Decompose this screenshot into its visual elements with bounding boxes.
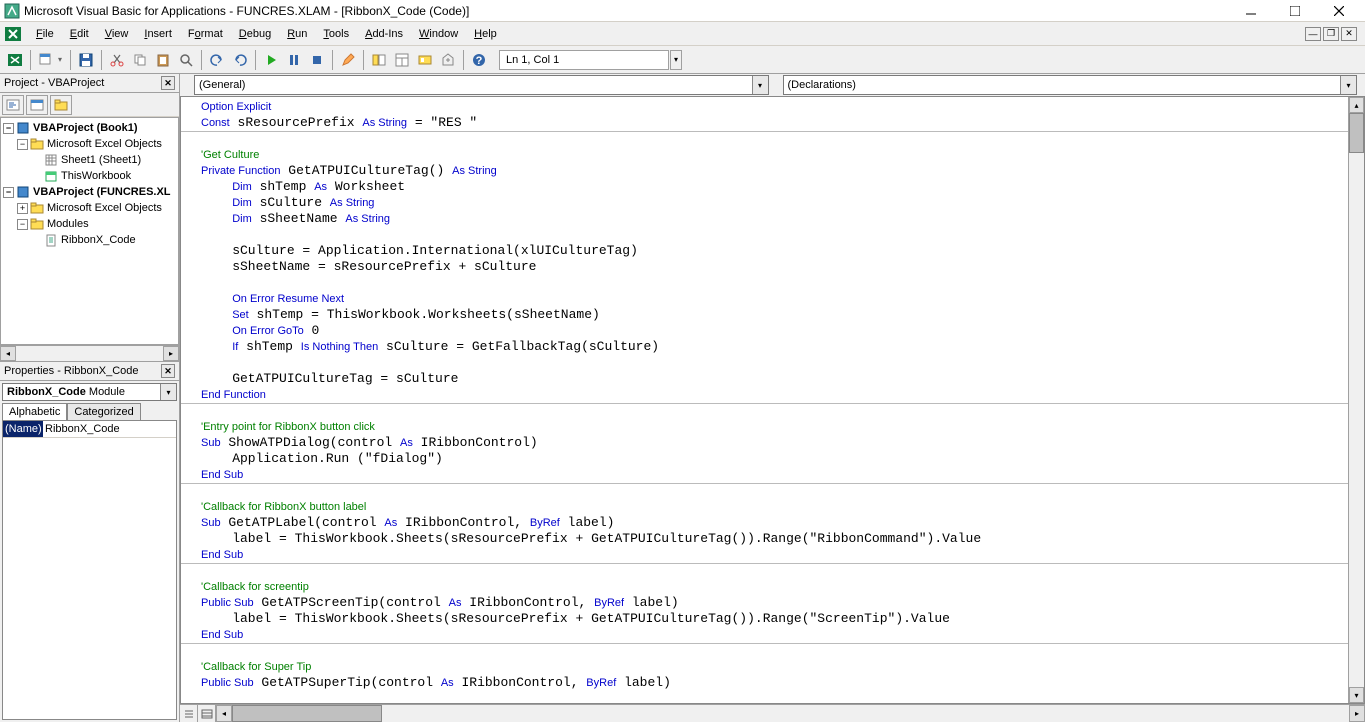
menu-edit[interactable]: Edit — [62, 25, 97, 43]
properties-window-close-button[interactable]: ✕ — [161, 364, 175, 378]
menu-run[interactable]: Run — [279, 25, 315, 43]
full-module-view-button[interactable] — [198, 705, 216, 722]
tree-thisworkbook[interactable]: ThisWorkbook — [3, 168, 176, 184]
object-dropdown[interactable]: (General)▾ — [194, 75, 769, 95]
menu-tools[interactable]: Tools — [315, 25, 357, 43]
help-button[interactable]: ? — [468, 49, 490, 71]
mdi-minimize-button[interactable]: — — [1305, 27, 1321, 41]
close-button[interactable] — [1325, 1, 1353, 21]
project-explorer-toolbar — [0, 93, 179, 117]
cut-button[interactable] — [106, 49, 128, 71]
copy-button[interactable] — [129, 49, 151, 71]
run-sub-button[interactable] — [260, 49, 282, 71]
reset-button[interactable] — [306, 49, 328, 71]
view-object-button[interactable] — [26, 95, 48, 115]
undo-button[interactable] — [206, 49, 228, 71]
vba-app-icon — [4, 3, 20, 19]
standard-toolbar: ▾ ? Ln 1, Col 1 ▾ — [0, 46, 1365, 74]
view-code-button[interactable] — [2, 95, 24, 115]
project-tree[interactable]: −VBAProject (Book1) −Microsoft Excel Obj… — [0, 117, 179, 345]
tree-hscrollbar[interactable]: ◂▸ — [0, 345, 179, 361]
redo-button[interactable] — [229, 49, 251, 71]
menu-debug[interactable]: Debug — [231, 25, 279, 43]
svg-text:?: ? — [476, 55, 483, 67]
tree-project-funcres[interactable]: −VBAProject (FUNCRES.XL — [3, 184, 176, 200]
properties-object-selector[interactable]: RibbonX_Code Module ▾ — [2, 383, 177, 401]
menu-file[interactable]: File — [28, 25, 62, 43]
procedure-view-button[interactable] — [180, 705, 198, 722]
project-explorer-button[interactable] — [368, 49, 390, 71]
tree-modules-folder[interactable]: −Modules — [3, 216, 176, 232]
properties-window-title: Properties - RibbonX_Code ✕ — [0, 362, 179, 381]
menu-format[interactable]: Format — [180, 25, 231, 43]
code-vscrollbar[interactable]: ▴▾ — [1348, 97, 1364, 703]
tree-excel-objects-book1[interactable]: −Microsoft Excel Objects — [3, 136, 176, 152]
titlebar: Microsoft Visual Basic for Applications … — [0, 0, 1365, 22]
menubar: File Edit View Insert Format Debug Run T… — [0, 22, 1365, 46]
object-browser-button[interactable] — [414, 49, 436, 71]
menu-window[interactable]: Window — [411, 25, 466, 43]
tree-project-book1[interactable]: −VBAProject (Book1) — [3, 120, 176, 136]
window-title: Microsoft Visual Basic for Applications … — [24, 4, 1237, 18]
project-explorer-close-button[interactable]: ✕ — [161, 76, 175, 90]
find-button[interactable] — [175, 49, 197, 71]
code-hscrollbar[interactable]: ◂▸ — [216, 705, 1365, 722]
code-editor[interactable]: Option Explicit Const sResourcePrefix As… — [181, 97, 1348, 703]
menu-view[interactable]: View — [97, 25, 137, 43]
properties-tab-alphabetic[interactable]: Alphabetic — [2, 403, 67, 420]
minimize-button[interactable] — [1237, 1, 1265, 21]
menu-addins[interactable]: Add-Ins — [357, 25, 411, 43]
property-name-value[interactable]: RibbonX_Code — [43, 421, 176, 437]
paste-button[interactable] — [152, 49, 174, 71]
break-button[interactable] — [283, 49, 305, 71]
view-excel-button[interactable] — [4, 49, 26, 71]
mdi-close-button[interactable]: ✕ — [1341, 27, 1357, 41]
insert-userform-button[interactable] — [35, 49, 57, 71]
tree-excel-objects-funcres[interactable]: +Microsoft Excel Objects — [3, 200, 176, 216]
design-mode-button[interactable] — [337, 49, 359, 71]
cursor-position: Ln 1, Col 1 — [499, 50, 669, 70]
property-row-name[interactable]: (Name) RibbonX_Code — [3, 421, 176, 438]
tree-sheet1[interactable]: Sheet1 (Sheet1) — [3, 152, 176, 168]
toolbox-button[interactable] — [437, 49, 459, 71]
procedure-dropdown[interactable]: (Declarations)▾ — [783, 75, 1358, 95]
excel-icon — [4, 25, 22, 43]
maximize-button[interactable] — [1281, 1, 1309, 21]
project-explorer-title: Project - VBAProject ✕ — [0, 74, 179, 93]
toggle-folders-button[interactable] — [50, 95, 72, 115]
tree-ribbonx-code-module[interactable]: RibbonX_Code — [3, 232, 176, 248]
properties-window-button[interactable] — [391, 49, 413, 71]
properties-tab-categorized[interactable]: Categorized — [67, 403, 140, 420]
menu-insert[interactable]: Insert — [136, 25, 180, 43]
property-name-label: (Name) — [3, 421, 43, 437]
properties-grid[interactable]: (Name) RibbonX_Code — [2, 420, 177, 720]
save-button[interactable] — [75, 49, 97, 71]
mdi-restore-button[interactable]: ❐ — [1323, 27, 1339, 41]
menu-help[interactable]: Help — [466, 25, 505, 43]
toolbar-overflow-button[interactable]: ▾ — [670, 50, 682, 70]
